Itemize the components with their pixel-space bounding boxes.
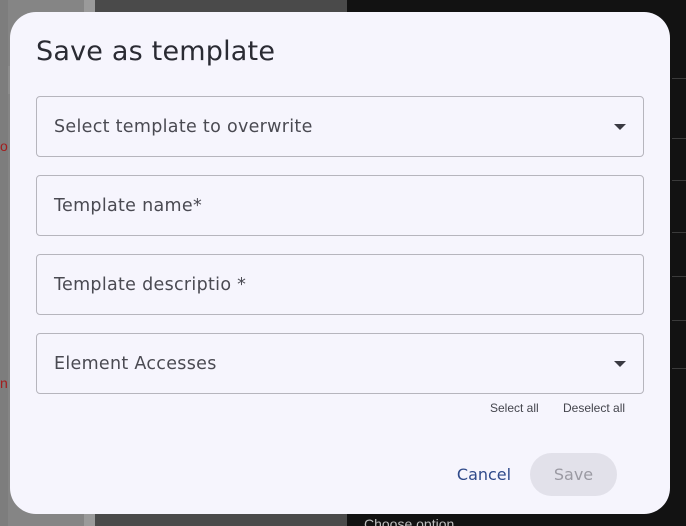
select-template-dropdown[interactable]: Select template to overwrite bbox=[36, 96, 644, 157]
select-all-button[interactable]: Select all bbox=[490, 401, 539, 415]
deselect-all-button[interactable]: Deselect all bbox=[563, 401, 625, 415]
background-row-divider bbox=[672, 276, 686, 277]
background-red-text: n bbox=[0, 375, 8, 391]
element-accesses-label: Element Accesses bbox=[54, 353, 217, 374]
background-choose-option: Choose option bbox=[364, 516, 455, 526]
select-template-label: Select template to overwrite bbox=[54, 116, 313, 137]
background-row-divider bbox=[672, 368, 686, 369]
save-template-dialog: Save as template Select template to over… bbox=[10, 12, 670, 514]
template-description-field[interactable]: Template descriptio * bbox=[36, 254, 644, 315]
dialog-title: Save as template bbox=[36, 36, 276, 67]
background-red-text: o bbox=[0, 138, 8, 154]
template-description-label: Template descriptio * bbox=[54, 274, 247, 295]
background-row-divider bbox=[672, 180, 686, 181]
save-button[interactable]: Save bbox=[530, 453, 617, 496]
background-row-divider bbox=[672, 320, 686, 321]
background-row-divider bbox=[672, 78, 686, 79]
template-name-label: Template name* bbox=[54, 195, 202, 216]
background-row-divider bbox=[672, 232, 686, 233]
chevron-down-icon bbox=[614, 123, 626, 130]
element-accesses-dropdown[interactable]: Element Accesses bbox=[36, 333, 644, 394]
background-row-divider bbox=[672, 138, 686, 139]
chevron-down-icon bbox=[614, 360, 626, 367]
cancel-button[interactable]: Cancel bbox=[450, 457, 518, 491]
template-name-field[interactable]: Template name* bbox=[36, 175, 644, 236]
